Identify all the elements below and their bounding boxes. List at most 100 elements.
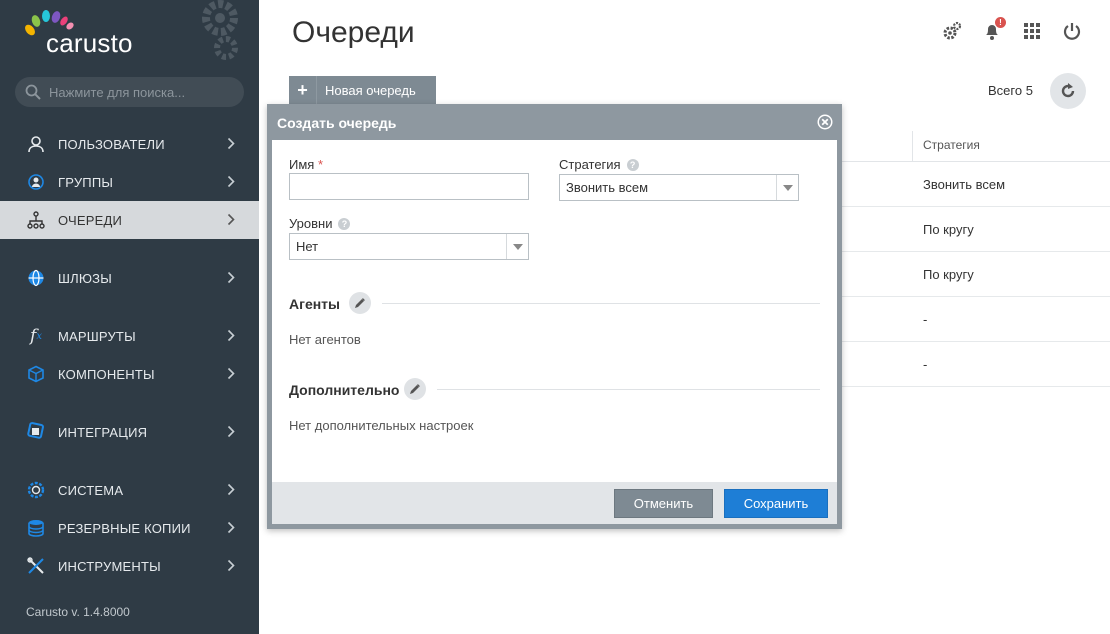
column-header-strategy[interactable]: Стратегия xyxy=(912,131,980,161)
refresh-button[interactable] xyxy=(1050,73,1086,109)
plus-icon: + xyxy=(289,76,317,104)
dialog-body: Имя * Стратегия? Звонить всем Уровни? Не… xyxy=(272,140,837,482)
levels-select[interactable]: Нет xyxy=(289,233,529,260)
sidebar-item-label: ИНСТРУМЕНТЫ xyxy=(58,558,161,574)
table-row[interactable]: - xyxy=(838,342,1110,387)
table-row[interactable]: - xyxy=(838,297,1110,342)
dialog-footer: Отменить Сохранить xyxy=(272,482,837,524)
pencil-icon xyxy=(410,384,420,394)
required-marker: * xyxy=(317,157,324,172)
user-icon xyxy=(26,134,46,154)
cube-icon xyxy=(26,364,46,384)
strategy-selected-value: Звонить всем xyxy=(566,180,649,195)
power-icon[interactable] xyxy=(1062,20,1082,42)
close-icon[interactable] xyxy=(817,114,833,130)
logo-text: carusto xyxy=(46,28,133,58)
queue-icon xyxy=(26,210,46,230)
notifications-icon[interactable]: ! xyxy=(982,17,1006,42)
globe-icon xyxy=(26,268,46,288)
page-title: Очереди xyxy=(292,16,415,49)
agents-section-title: Агенты xyxy=(289,296,340,312)
database-icon xyxy=(26,518,46,538)
chevron-down-icon xyxy=(506,234,528,259)
table-cell-strategy: По кругу xyxy=(923,267,974,282)
settings-gears-icon[interactable] xyxy=(942,20,962,42)
search-icon xyxy=(25,84,41,100)
section-divider xyxy=(437,389,820,390)
chevron-down-icon xyxy=(776,175,798,200)
sidebar-item-label: ОЧЕРЕДИ xyxy=(58,212,123,228)
system-icon xyxy=(26,480,46,500)
create-queue-dialog: Создать очередь Имя * Стратегия? Звонить… xyxy=(267,104,842,529)
sidebar-item-label: ГРУППЫ xyxy=(58,174,114,190)
levels-selected-value: Нет xyxy=(296,239,319,254)
levels-label-text: Уровни xyxy=(289,216,333,231)
sidebar-item-backups[interactable]: РЕЗЕРВНЫЕ КОПИИ xyxy=(0,509,259,547)
edit-extra-button[interactable] xyxy=(404,378,426,400)
sidebar-item-label: МАРШРУТЫ xyxy=(58,328,136,344)
chevron-right-icon xyxy=(227,521,235,534)
extra-empty-text: Нет дополнительных настроек xyxy=(289,418,474,433)
sidebar-item-label: РЕЗЕРВНЫЕ КОПИИ xyxy=(58,520,191,536)
refresh-icon xyxy=(1061,83,1075,98)
sidebar-item-label: ПОЛЬЗОВАТЕЛИ xyxy=(58,136,165,152)
tools-icon xyxy=(26,556,46,576)
agents-empty-text: Нет агентов xyxy=(289,332,361,347)
strategy-select[interactable]: Звонить всем xyxy=(559,174,799,201)
integration-icon xyxy=(26,422,46,442)
sidebar-item-label: СИСТЕМА xyxy=(58,482,124,498)
new-queue-button[interactable]: + Новая очередь xyxy=(289,76,436,104)
levels-label: Уровни? xyxy=(289,216,351,231)
name-input[interactable] xyxy=(289,173,529,200)
gear-decoration-icon xyxy=(202,0,238,60)
total-count: Всего 5 xyxy=(988,83,1033,98)
table-row[interactable]: По кругу xyxy=(838,207,1110,252)
strategy-label: Стратегия? xyxy=(559,157,639,172)
help-icon[interactable]: ? xyxy=(338,218,351,230)
new-queue-label: Новая очередь xyxy=(325,82,416,98)
sidebar-item-routes[interactable]: fx МАРШРУТЫ xyxy=(0,317,259,355)
table-cell-strategy: - xyxy=(923,312,928,327)
pencil-icon xyxy=(355,298,365,308)
sidebar-item-tools[interactable]: ИНСТРУМЕНТЫ xyxy=(0,547,259,585)
sidebar-item-gateways[interactable]: ШЛЮЗЫ xyxy=(0,259,259,297)
chevron-right-icon xyxy=(227,483,235,496)
sidebar-item-users[interactable]: ПОЛЬЗОВАТЕЛИ xyxy=(0,125,259,163)
apps-grid-icon[interactable] xyxy=(1022,20,1042,42)
sidebar-item-queues[interactable]: ОЧЕРЕДИ xyxy=(0,201,259,239)
sidebar-item-system[interactable]: СИСТЕМА xyxy=(0,471,259,509)
edit-agents-button[interactable] xyxy=(349,292,371,314)
chevron-right-icon xyxy=(227,329,235,342)
chevron-right-icon xyxy=(227,559,235,572)
section-divider xyxy=(382,303,820,304)
chevron-right-icon xyxy=(227,213,235,226)
sidebar-item-label: ИНТЕГРАЦИЯ xyxy=(58,424,148,440)
table-row[interactable]: По кругу xyxy=(838,252,1110,297)
strategy-label-text: Стратегия xyxy=(559,157,621,172)
chevron-right-icon xyxy=(227,137,235,150)
sidebar-item-components[interactable]: КОМПОНЕНТЫ xyxy=(0,355,259,393)
cancel-button[interactable]: Отменить xyxy=(614,489,713,518)
table-cell-strategy: - xyxy=(923,357,928,372)
search-input[interactable] xyxy=(49,84,229,100)
chevron-right-icon xyxy=(227,175,235,188)
function-icon: fx xyxy=(30,326,42,346)
sidebar: carusto ПОЛЬЗОВАТЕЛИ ГРУППЫ ОЧЕРЕДИ xyxy=(0,0,259,634)
help-icon[interactable]: ? xyxy=(626,159,639,171)
table-row[interactable]: Звонить всем xyxy=(838,162,1110,207)
app-version: Carusto v. 1.4.8000 xyxy=(26,605,130,619)
group-icon xyxy=(26,172,46,192)
table-cell-strategy: По кругу xyxy=(923,222,974,237)
save-button[interactable]: Сохранить xyxy=(724,489,828,518)
header-actions: ! xyxy=(942,17,1082,42)
notification-badge: ! xyxy=(995,17,1006,28)
search-box[interactable] xyxy=(15,77,244,107)
sidebar-item-groups[interactable]: ГРУППЫ xyxy=(0,163,259,201)
name-label-text: Имя xyxy=(289,157,315,172)
name-label: Имя * xyxy=(289,157,323,172)
sidebar-item-integration[interactable]: ИНТЕГРАЦИЯ xyxy=(0,413,259,451)
dialog-title: Создать очередь xyxy=(277,115,397,131)
chevron-right-icon xyxy=(227,271,235,284)
chevron-right-icon xyxy=(227,425,235,438)
sidebar-item-label: КОМПОНЕНТЫ xyxy=(58,366,155,382)
